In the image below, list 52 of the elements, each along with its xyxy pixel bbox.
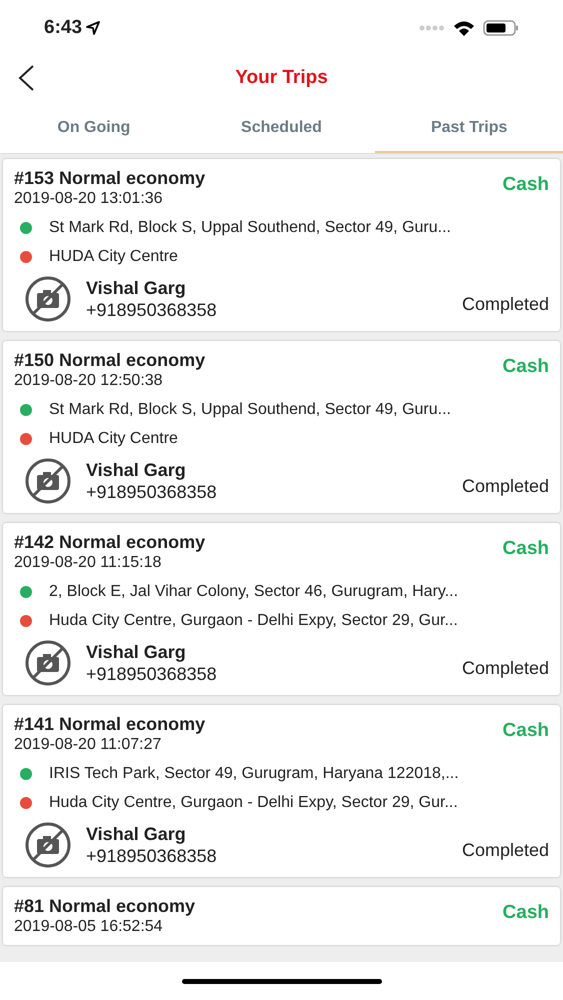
trip-title: #153 Normal economy [14, 167, 206, 189]
trip-datetime: 2019-08-20 11:15:18 [14, 553, 162, 573]
stop-address: St Mark Rd, Block S, Uppal Southend, Sector 49, Guru... [49, 218, 451, 238]
stop-address: HUDA City Centre [49, 429, 178, 449]
no-photo-icon [24, 821, 72, 869]
no-photo-icon [24, 639, 72, 687]
trip-card[interactable]: #142 Normal economy 2019-08-20 11:15:18 Cash 2, Block E, Jal Vihar Colony, Sector 46, Gurugram, Hary... Huda City Centre, Gurgaon - Delhi Expy, Sector 29, Gur... Vishal Garg +918950368358 Completed [3, 523, 560, 695]
wifi-icon [453, 20, 475, 36]
trip-title: #141 Normal economy [14, 713, 206, 735]
driver-name: Vishal Garg [86, 277, 187, 299]
driver-phone: +918950368358 [86, 845, 217, 867]
trip-datetime: 2019-08-20 12:50:38 [14, 371, 164, 391]
driver-phone: +918950368358 [86, 663, 217, 685]
tab[interactable]: Scheduled [188, 104, 376, 153]
trip-status: Completed [462, 657, 549, 680]
driver-name: Vishal Garg [86, 823, 187, 845]
stop-address: St Mark Rd, Block S, Uppal Southend, Sector 49, Guru... [49, 400, 451, 420]
stop-address: Huda City Centre, Gurgaon - Delhi Expy, Sector 29, Gur... [49, 611, 458, 631]
trip-status: Completed [462, 839, 549, 862]
payment-method: Cash [502, 719, 549, 743]
trip-title: #150 Normal economy [14, 349, 206, 371]
driver-phone: +918950368358 [86, 299, 217, 321]
stop-address: HUDA City Centre [49, 247, 178, 267]
payment-method: Cash [502, 173, 549, 197]
trip-card[interactable]: #141 Normal economy 2019-08-20 11:07:27 Cash IRIS Tech Park, Sector 49, Gurugram, Haryana 122018,... Huda City Centre, Gurgaon - Delhi Expy, Sector 29, Gur... Vishal Garg +918950368358 Completed [3, 705, 560, 877]
payment-method: Cash [502, 355, 549, 379]
stop-address: Huda City Centre, Gurgaon - Delhi Expy, Sector 29, Gur... [49, 793, 458, 813]
trip-title: #81 Normal economy [14, 895, 196, 917]
location-arrow-icon [86, 21, 100, 35]
tab[interactable]: On Going [0, 104, 188, 153]
trip-status: Completed [462, 293, 549, 316]
trip-status: Completed [462, 475, 549, 498]
battery-icon [483, 20, 519, 36]
no-photo-icon [24, 275, 72, 323]
payment-method: Cash [502, 537, 549, 561]
stop-address: 2, Block E, Jal Vihar Colony, Sector 46, Gurugram, Hary... [49, 582, 458, 602]
trip-title: #142 Normal economy [14, 531, 206, 553]
signal-icon [419, 25, 445, 31]
status-time: 6:43 [44, 16, 82, 40]
trip-card[interactable]: #153 Normal economy 2019-08-20 13:01:36 Cash St Mark Rd, Block S, Uppal Southend, Sector 49, Guru... HUDA City Centre Vishal Garg +918950368358 Completed [3, 159, 560, 331]
trip-datetime: 2019-08-20 13:01:36 [14, 189, 164, 209]
trip-datetime: 2019-08-20 11:07:27 [14, 735, 162, 755]
driver-name: Vishal Garg [86, 459, 187, 481]
trip-card[interactable]: #81 Normal economy 2019-08-05 16:52:54 Cash [3, 887, 560, 945]
trip-card[interactable]: #150 Normal economy 2019-08-20 12:50:38 Cash St Mark Rd, Block S, Uppal Southend, Sector 49, Guru... HUDA City Centre Vishal Garg +918950368358 Completed [3, 341, 560, 513]
driver-phone: +918950368358 [86, 481, 217, 503]
payment-method: Cash [502, 901, 549, 925]
trip-datetime: 2019-08-05 16:52:54 [14, 917, 164, 937]
stop-address: IRIS Tech Park, Sector 49, Gurugram, Haryana 122018,... [49, 764, 459, 784]
page-title: Your Trips [235, 66, 328, 90]
driver-name: Vishal Garg [86, 641, 187, 663]
no-photo-icon [24, 457, 72, 505]
